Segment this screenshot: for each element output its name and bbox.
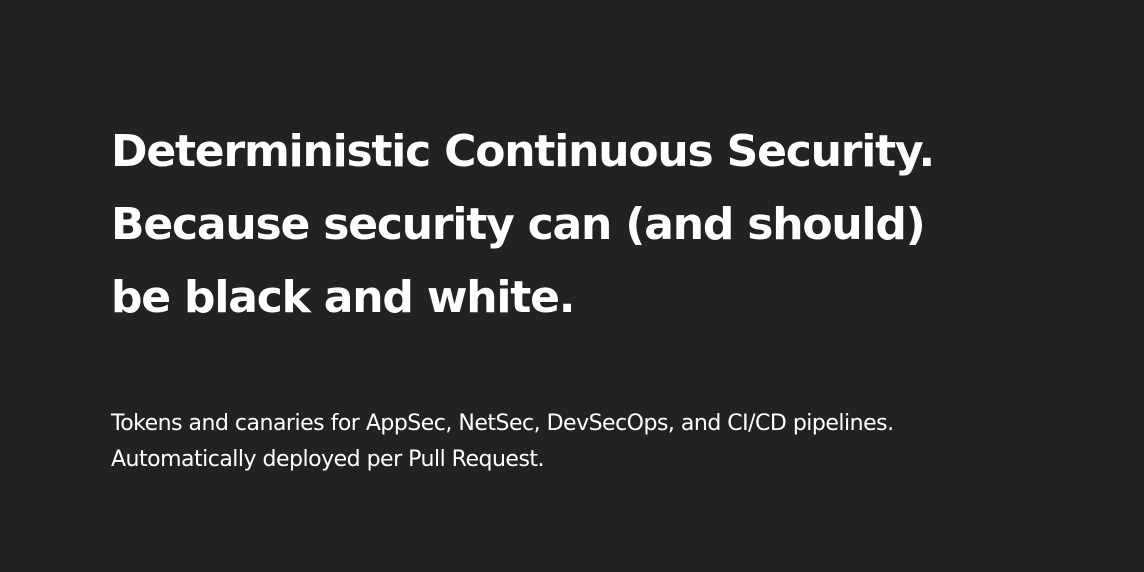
subline-line-2: Automatically deployed per Pull Request. — [111, 447, 545, 472]
hero-section: Deterministic Continuous Security. Becau… — [0, 0, 1144, 572]
headline-line-3: be black and white. — [111, 272, 575, 323]
subline-line-1: Tokens and canaries for AppSec, NetSec, … — [111, 411, 894, 436]
hero-subheadline: Tokens and canaries for AppSec, NetSec, … — [111, 406, 1084, 478]
headline-line-1: Deterministic Continuous Security. — [111, 126, 935, 177]
headline-line-2: Because security can (and should) — [111, 199, 926, 250]
hero-headline: Deterministic Continuous Security. Becau… — [111, 115, 1084, 334]
